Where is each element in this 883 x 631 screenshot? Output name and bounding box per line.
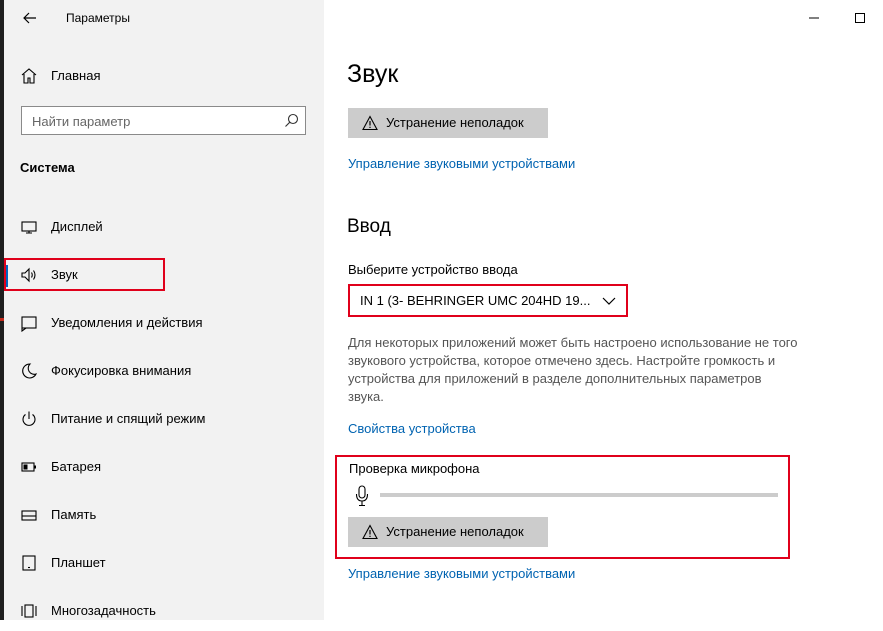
window-title: Параметры xyxy=(66,11,130,25)
sidebar-item-label: Уведомления и действия xyxy=(51,315,203,330)
sidebar-item-sound[interactable]: Звук xyxy=(4,255,324,295)
home-icon xyxy=(21,68,37,84)
manage-sound-devices-link-2[interactable]: Управление звуковыми устройствами xyxy=(348,566,575,581)
input-section-title: Ввод xyxy=(347,216,391,237)
input-device-label: Выберите устройство ввода xyxy=(348,262,518,277)
mic-troubleshoot-button[interactable]: Устранение неполадок xyxy=(348,517,548,547)
sidebar: Параметры Главная Система Дисплей Звук xyxy=(4,0,324,620)
warning-icon xyxy=(362,524,378,540)
device-properties-link[interactable]: Свойства устройства xyxy=(348,421,476,436)
search-field[interactable] xyxy=(21,106,306,135)
sidebar-item-label: Фокусировка внимания xyxy=(51,363,192,378)
content-pane: Звук Устранение неполадок Управление зву… xyxy=(324,0,883,620)
sidebar-item-home[interactable]: Главная xyxy=(4,62,324,90)
maximize-icon xyxy=(855,13,865,23)
active-indicator xyxy=(4,265,8,287)
button-label: Устранение неполадок xyxy=(386,524,524,539)
back-button[interactable] xyxy=(18,8,42,28)
sidebar-item-tablet[interactable]: Планшет xyxy=(4,543,324,583)
warning-icon xyxy=(362,115,378,131)
storage-icon xyxy=(21,510,37,521)
sidebar-item-power[interactable]: Питание и спящий режим xyxy=(4,399,324,439)
search-input[interactable] xyxy=(30,111,274,132)
speaker-icon xyxy=(21,267,36,283)
search-icon xyxy=(285,113,299,127)
section-heading: Система xyxy=(20,160,75,175)
input-description: Для некоторых приложений может быть наст… xyxy=(348,335,798,404)
sidebar-item-label: Многозадачность xyxy=(51,603,156,618)
sidebar-item-label: Память xyxy=(51,507,97,522)
sidebar-item-notifications[interactable]: Уведомления и действия xyxy=(4,303,324,343)
mic-level-meter xyxy=(380,493,778,497)
selected-device: IN 1 (3- BEHRINGER UMC 204HD 19... xyxy=(360,293,591,308)
microphone-icon xyxy=(355,485,369,507)
moon-icon xyxy=(22,363,38,379)
maximize-button[interactable] xyxy=(837,0,883,34)
sidebar-item-storage[interactable]: Память xyxy=(4,495,324,535)
manage-sound-devices-link[interactable]: Управление звуковыми устройствами xyxy=(348,156,575,171)
sidebar-item-battery[interactable]: Батарея xyxy=(4,447,324,487)
title-bar: Параметры xyxy=(4,0,324,40)
sidebar-item-label: Главная xyxy=(51,68,101,83)
sidebar-item-label: Дисплей xyxy=(51,219,103,234)
minimize-button[interactable] xyxy=(791,0,837,34)
back-arrow-icon xyxy=(23,12,36,24)
battery-icon xyxy=(21,462,36,472)
multitask-icon xyxy=(21,604,37,618)
notification-icon xyxy=(21,316,37,332)
window-controls xyxy=(791,0,883,34)
mic-test-label: Проверка микрофона xyxy=(349,461,480,476)
troubleshoot-button[interactable]: Устранение неполадок xyxy=(348,108,548,138)
sidebar-item-label: Звук xyxy=(51,267,78,282)
page-title: Звук xyxy=(347,60,399,88)
mic-test-panel: Проверка микрофона Устранение неполадок xyxy=(335,455,790,559)
minimize-icon xyxy=(809,17,819,19)
monitor-icon xyxy=(21,221,37,234)
sidebar-item-label: Питание и спящий режим xyxy=(51,411,206,426)
button-label: Устранение неполадок xyxy=(386,115,524,130)
sidebar-item-label: Батарея xyxy=(51,459,102,474)
sidebar-item-display[interactable]: Дисплей xyxy=(4,207,324,247)
sidebar-item-focus[interactable]: Фокусировка внимания xyxy=(4,351,324,391)
sidebar-item-label: Планшет xyxy=(51,555,106,570)
chevron-down-icon xyxy=(602,297,616,305)
input-device-select[interactable]: IN 1 (3- BEHRINGER UMC 204HD 19... xyxy=(348,284,628,317)
power-icon xyxy=(22,411,36,426)
sidebar-item-multitasking[interactable]: Многозадачность xyxy=(4,591,324,631)
tablet-icon xyxy=(22,555,36,571)
